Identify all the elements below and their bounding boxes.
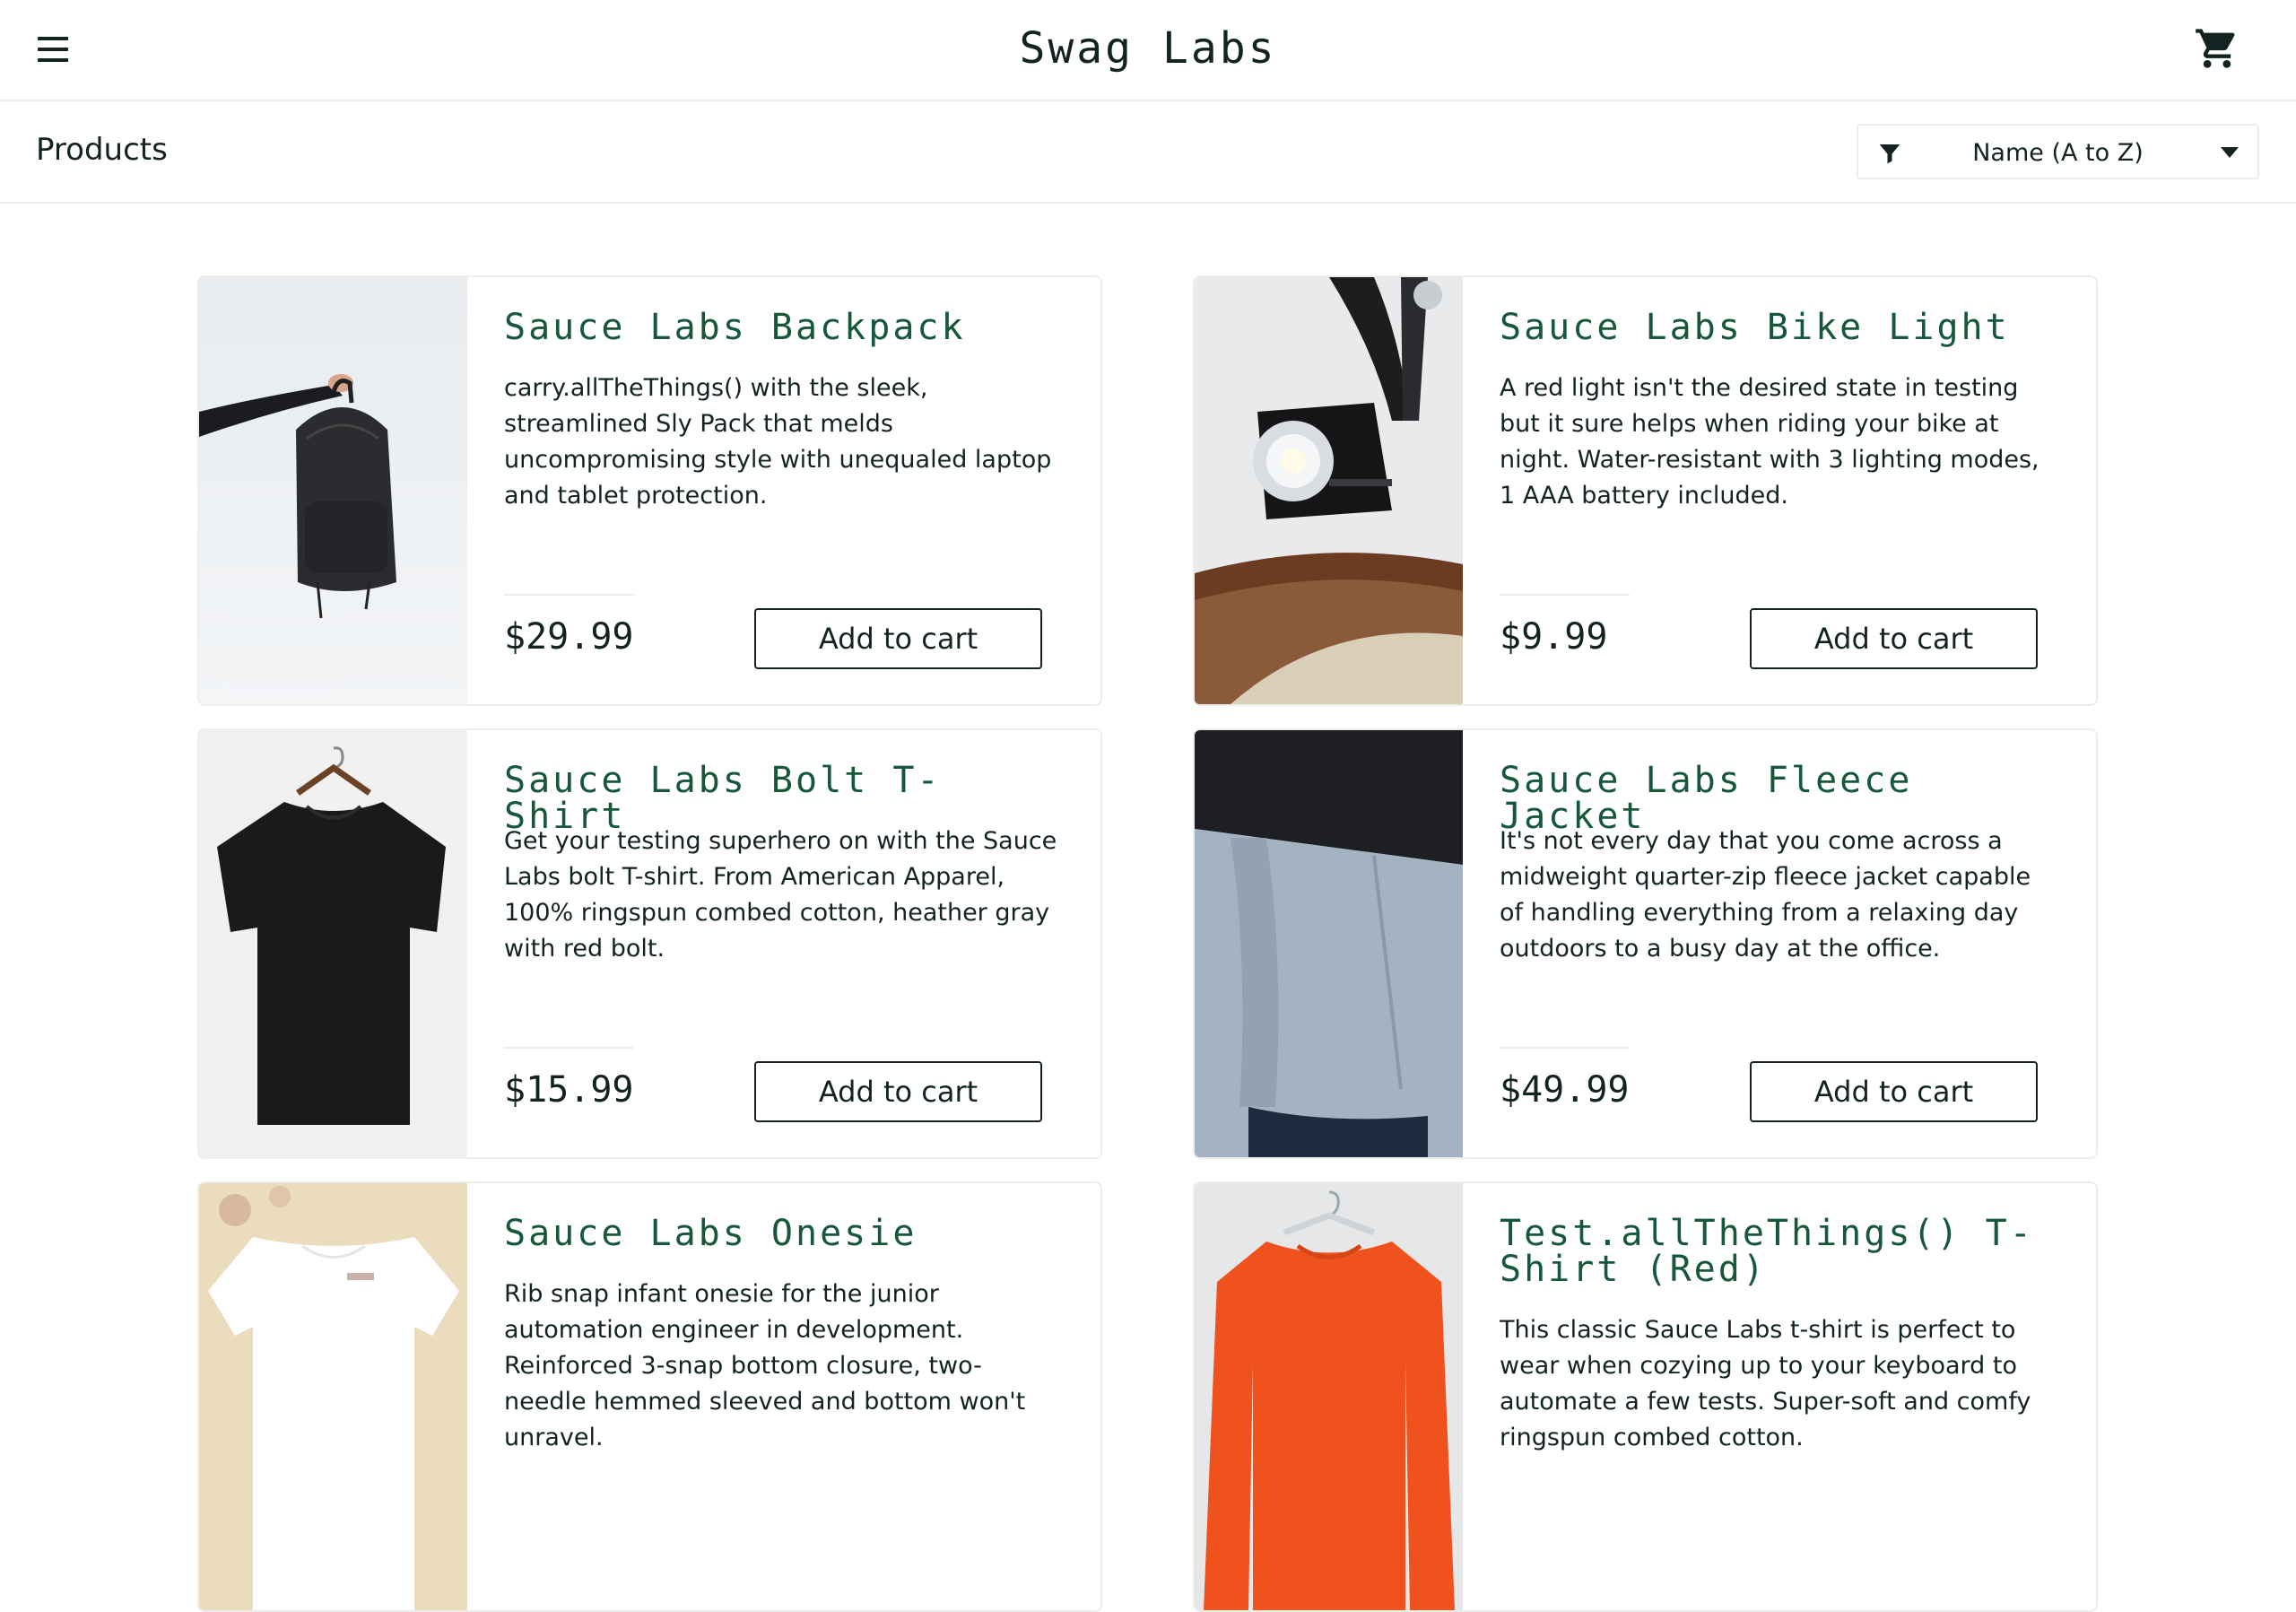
add-to-cart-button[interactable]: Add to cart xyxy=(1750,608,2038,669)
inventory-item: Sauce Labs Fleece Jacket It's not every … xyxy=(1193,728,2098,1159)
add-to-cart-button[interactable]: Add to cart xyxy=(1750,1061,2038,1122)
product-name[interactable]: Test.allTheThings() T-Shirt (Red) xyxy=(1500,1216,2056,1287)
product-image-bolt-t-shirt[interactable] xyxy=(199,730,467,1157)
product-description: It's not every day that you come across … xyxy=(1500,827,2031,963)
price-divider xyxy=(504,594,634,596)
product-name[interactable]: Sauce Labs Backpack xyxy=(504,309,1060,345)
inventory-item: Sauce Labs Bike Light A red light isn't … xyxy=(1193,275,2098,706)
product-description: carry.allTheThings() with the sleek, str… xyxy=(504,374,1052,510)
price-divider xyxy=(1500,594,1630,596)
product-image-fleece-jacket[interactable] xyxy=(1195,730,1463,1157)
inventory-item: Sauce Labs Backpack carry.allTheThings()… xyxy=(197,275,1102,706)
inventory-item: Sauce Labs Onesie Rib snap infant onesie… xyxy=(197,1181,1102,1612)
sort-selected-value: Name (A to Z) xyxy=(1972,139,2144,167)
price-divider xyxy=(1500,1047,1630,1049)
product-image-backpack[interactable] xyxy=(199,277,467,704)
filter-icon xyxy=(1879,144,1900,164)
product-description: Rib snap infant onesie for the junior au… xyxy=(504,1280,1026,1451)
product-name[interactable]: Sauce Labs Onesie xyxy=(504,1216,1060,1251)
app-logo-title: Swag Labs xyxy=(1019,23,1277,74)
product-image-bike-light[interactable] xyxy=(1195,277,1463,704)
primary-header: Swag Labs xyxy=(0,0,2296,101)
price-divider xyxy=(504,1047,634,1049)
cart-icon[interactable] xyxy=(2194,25,2240,72)
product-image-red-t-shirt[interactable] xyxy=(1195,1183,1463,1610)
inventory-item: Test.allTheThings() T-Shirt (Red) This c… xyxy=(1193,1181,2098,1612)
secondary-header: Products Name (A to Z) xyxy=(0,101,2296,204)
product-name[interactable]: Sauce Labs Bike Light xyxy=(1500,309,2056,345)
sort-dropdown[interactable]: Name (A to Z) xyxy=(1857,124,2259,179)
page-title: Products xyxy=(36,132,168,168)
product-description: A red light isn't the desired state in t… xyxy=(1500,374,2039,510)
chevron-down-icon xyxy=(2221,147,2239,158)
product-price: $9.99 xyxy=(1500,616,1608,658)
product-image-onesie[interactable] xyxy=(199,1183,467,1610)
product-price: $49.99 xyxy=(1500,1069,1630,1111)
product-price: $15.99 xyxy=(504,1069,634,1111)
inventory-item: Sauce Labs Bolt T-Shirt Get your testing… xyxy=(197,728,1102,1159)
product-price: $29.99 xyxy=(504,616,634,658)
add-to-cart-button[interactable]: Add to cart xyxy=(754,608,1042,669)
product-description: This classic Sauce Labs t-shirt is perfe… xyxy=(1500,1316,2031,1451)
product-description: Get your testing superhero on with the S… xyxy=(504,827,1057,963)
add-to-cart-button[interactable]: Add to cart xyxy=(754,1061,1042,1122)
